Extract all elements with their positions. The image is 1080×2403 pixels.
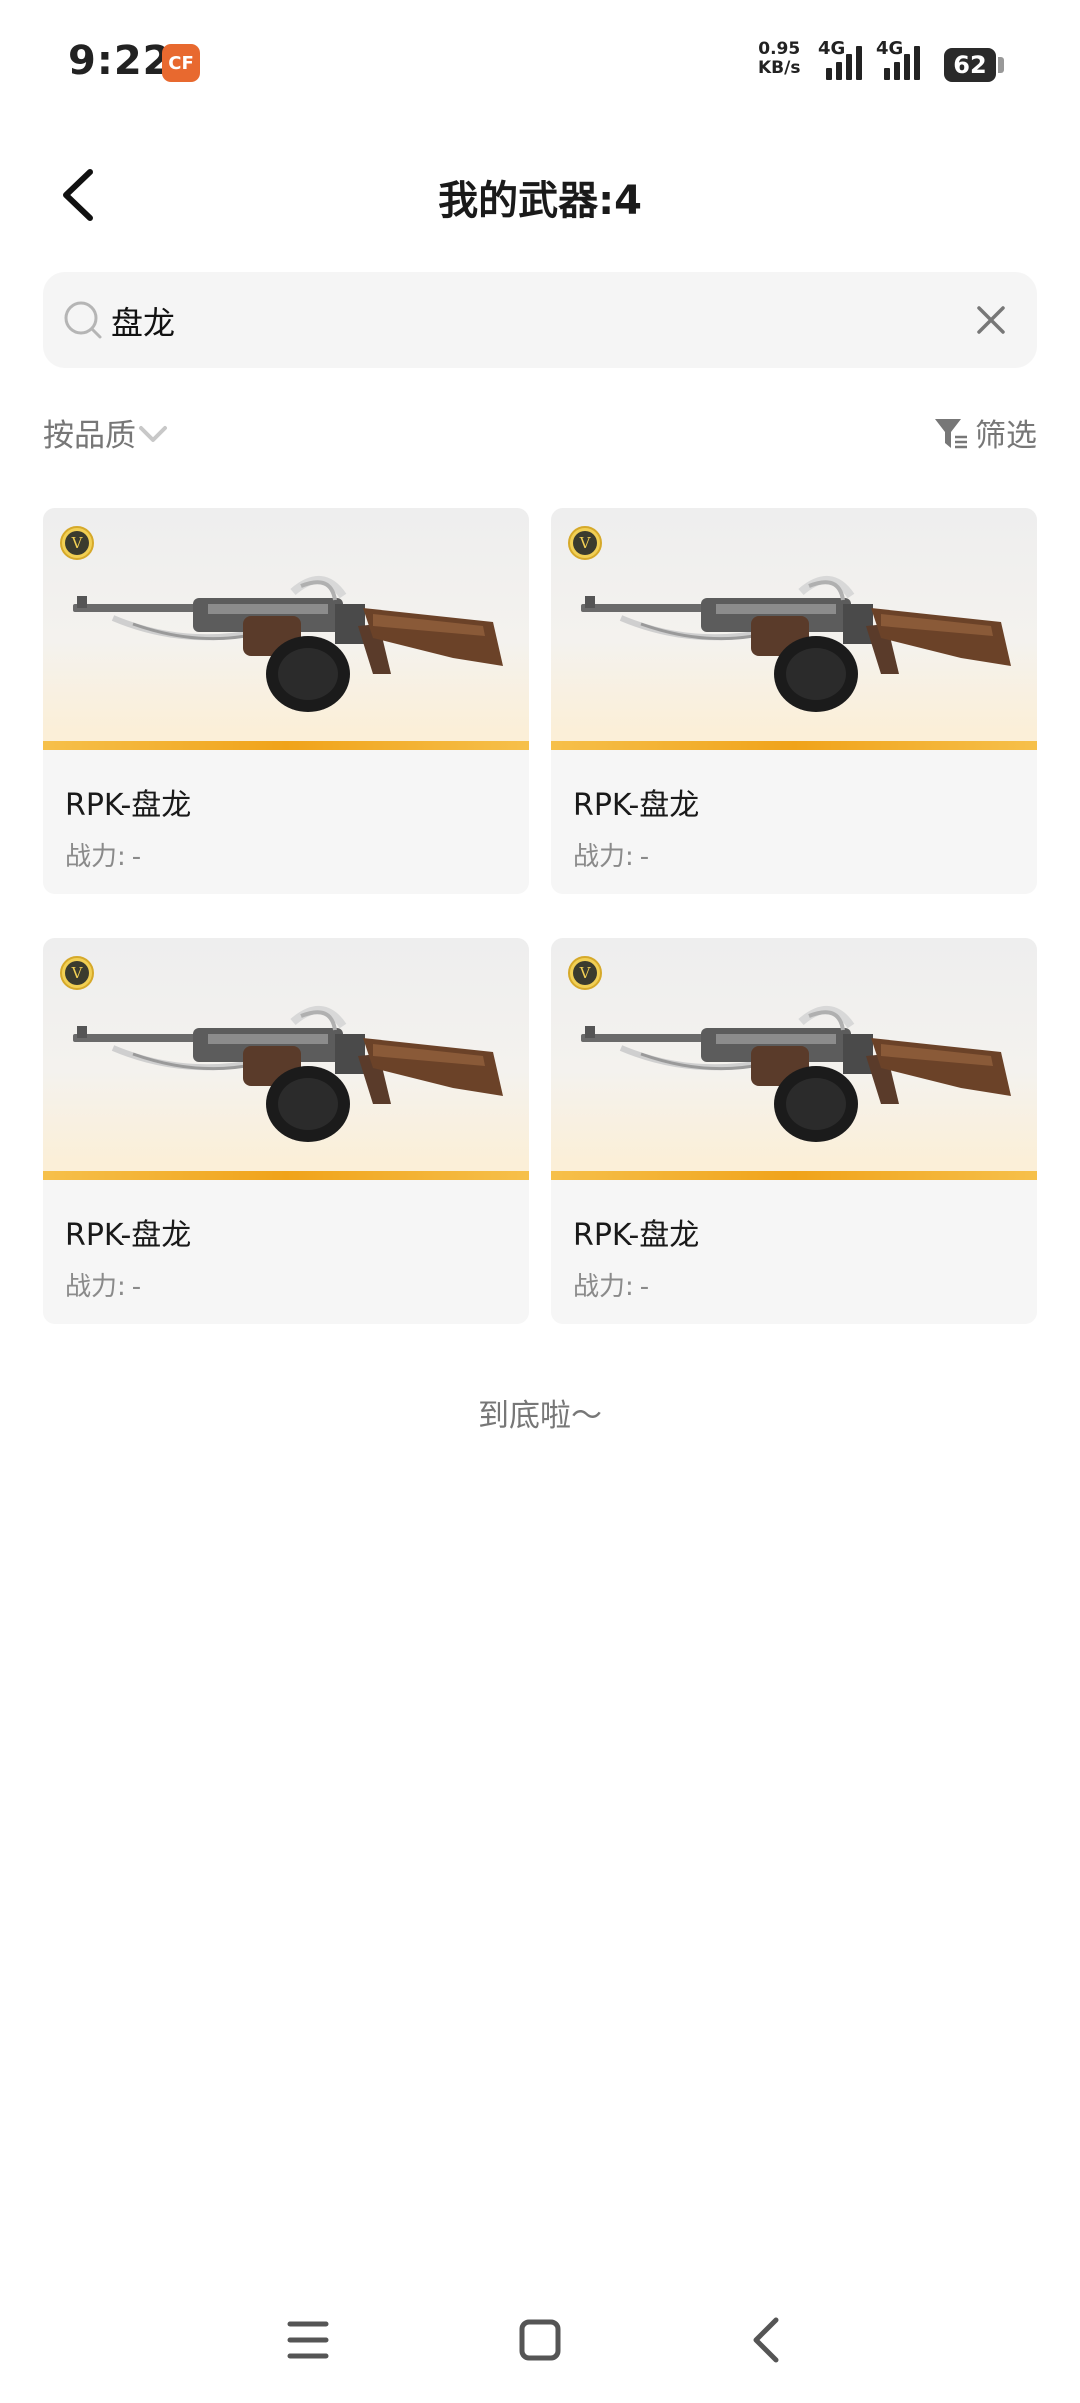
weapon-power-value: - [131,1272,142,1302]
search-icon [64,301,102,339]
quality-badge-letter: V [573,961,597,985]
weapon-grid: V RPK-盘龙 战力: - V RPK-盘龙 战力: - V RPK-盘龙 战… [43,508,1037,1324]
close-icon[interactable] [971,300,1011,340]
network-speed-value: 0.95 [758,39,801,59]
weapons-page: 9:22 CF 0.95 KB/s 4G 4G 62 我的武器:4 盘龙 按品质… [0,0,1080,2403]
quality-badge-icon: V [60,956,94,990]
weapon-power: 战力: - [65,836,141,873]
weapon-card[interactable]: V RPK-盘龙 战力: - [551,938,1037,1324]
status-bar: 9:22 CF 0.95 KB/s 4G 4G 62 [0,0,1080,130]
filter-button[interactable]: 筛选 [933,410,1037,455]
weapon-card[interactable]: V RPK-盘龙 战力: - [43,508,529,894]
quality-badge-icon: V [568,956,602,990]
sort-by-quality-dropdown[interactable]: 按品质 [43,410,170,455]
rifle-icon [581,575,1011,712]
network-speed: 0.95 KB/s [758,40,800,78]
back-icon [753,2317,779,2363]
sim1-signal-icon [826,44,862,80]
sim2-signal-icon [884,44,920,80]
weapon-card[interactable]: V RPK-盘龙 战力: - [551,508,1037,894]
weapon-name: RPK-盘龙 [573,788,700,823]
nav-home-button[interactable] [500,2300,580,2380]
weapon-power: 战力: - [573,836,649,873]
weapon-name: RPK-盘龙 [65,1218,192,1253]
app-notification-icon: CF [162,44,200,82]
weapon-power-value: - [639,1272,650,1302]
weapon-power-label: 战力: [65,1272,126,1302]
weapon-name: RPK-盘龙 [65,788,192,823]
weapon-image: V [43,938,529,1180]
weapon-image: V [43,508,529,750]
weapon-power-value: - [131,842,142,872]
rifle-icon [581,1005,1011,1142]
sort-label: 按品质 [43,418,136,454]
battery-icon: 62 [944,48,996,82]
menu-icon [287,2321,329,2359]
search-input[interactable] [109,294,933,348]
weapon-name: RPK-盘龙 [573,1218,700,1253]
weapon-power: 战力: - [573,1266,649,1303]
home-icon [519,2319,561,2361]
page-title: 我的武器:4 [438,178,642,224]
quality-badge-letter: V [573,531,597,555]
status-time: 9:22 [68,38,172,84]
quality-badge-icon: V [60,526,94,560]
rifle-icon [73,1005,503,1142]
nav-back-button[interactable] [728,2300,808,2380]
weapon-power: 战力: - [65,1266,141,1303]
filter-label: 筛选 [975,418,1037,454]
battery-level: 62 [953,51,987,79]
search-bar[interactable] [43,272,1037,368]
weapon-image: V [551,938,1037,1180]
weapon-power-value: - [639,842,650,872]
weapon-power-label: 战力: [65,842,126,872]
battery-tip [998,57,1004,73]
quality-badge-letter: V [65,531,89,555]
system-nav-bar [0,2300,1080,2380]
filter-icon [935,418,967,448]
end-of-list-text: 到底啦～ [478,1398,602,1434]
quality-badge-letter: V [65,961,89,985]
weapon-card[interactable]: V RPK-盘龙 战力: - [43,938,529,1324]
app-icon-text: CF [168,52,194,74]
rifle-icon [73,575,503,712]
nav-menu-button[interactable] [268,2300,348,2380]
quality-badge-icon: V [568,526,602,560]
weapon-power-label: 战力: [573,1272,634,1302]
chevron-down-icon [139,425,167,442]
network-speed-unit: KB/s [758,58,801,78]
weapon-power-label: 战力: [573,842,634,872]
weapon-image: V [551,508,1037,750]
